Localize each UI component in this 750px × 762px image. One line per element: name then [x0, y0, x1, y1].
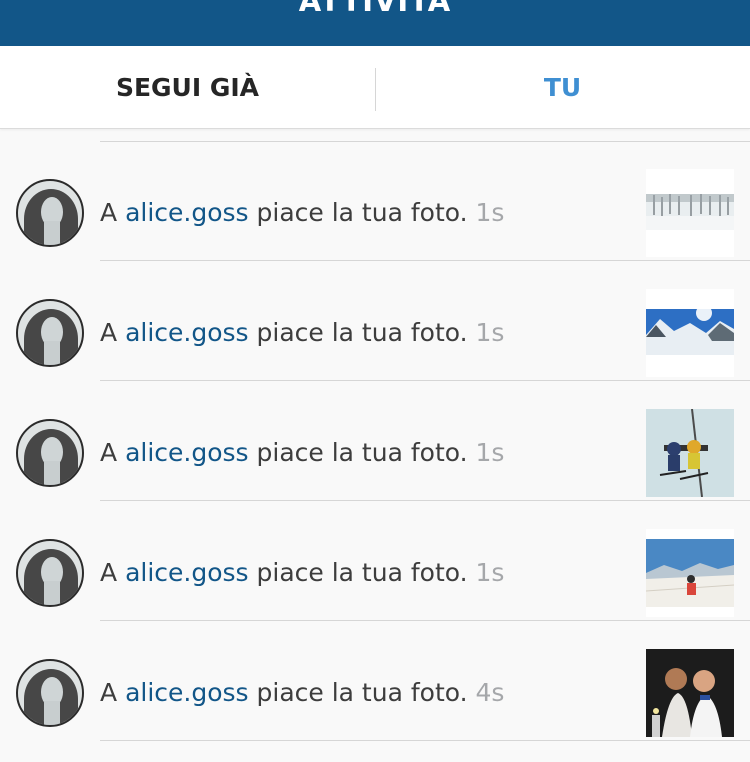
username-link[interactable]: alice.goss: [125, 198, 249, 227]
notification-text: A alice.goss piace la tua foto. 1s: [100, 316, 504, 350]
top-bar: ATTIVITÀ: [0, 0, 750, 46]
notification-item[interactable]: A alice.goss piace la tua foto. 1s: [0, 261, 750, 381]
timestamp: 4s: [475, 678, 505, 707]
tab-following[interactable]: SEGUI GIÀ: [0, 46, 375, 129]
username-link[interactable]: alice.goss: [125, 318, 249, 347]
notification-action: piace la tua foto.: [256, 198, 468, 227]
notification-text: A alice.goss piace la tua foto. 1s: [100, 436, 504, 470]
photo-thumbnail[interactable]: [646, 649, 734, 737]
page-title: ATTIVITÀ: [298, 0, 452, 18]
username-link[interactable]: alice.goss: [125, 438, 249, 467]
notification-item[interactable]: A alice.goss piace la tua foto. 1s: [0, 141, 750, 261]
notification-item[interactable]: A alice.goss piace la tua foto. 1s: [0, 381, 750, 501]
timestamp: 1s: [475, 318, 505, 347]
notification-item[interactable]: A alice.goss piace la tua foto. 1s: [0, 501, 750, 621]
timestamp: 1s: [475, 558, 505, 587]
notification-action: piace la tua foto.: [256, 318, 468, 347]
notification-prefix: A: [100, 438, 118, 467]
tab-you[interactable]: TU: [375, 46, 750, 129]
avatar[interactable]: [16, 299, 84, 367]
notification-prefix: A: [100, 678, 118, 707]
username-link[interactable]: alice.goss: [125, 558, 249, 587]
username-link[interactable]: alice.goss: [125, 678, 249, 707]
notification-text: A alice.goss piace la tua foto. 1s: [100, 556, 504, 590]
notification-prefix: A: [100, 558, 118, 587]
avatar[interactable]: [16, 419, 84, 487]
avatar[interactable]: [16, 179, 84, 247]
photo-thumbnail[interactable]: [646, 529, 734, 617]
notification-action: piace la tua foto.: [256, 438, 468, 467]
timestamp: 1s: [475, 198, 505, 227]
timestamp: 1s: [475, 438, 505, 467]
avatar[interactable]: [16, 659, 84, 727]
photo-thumbnail[interactable]: [646, 409, 734, 497]
divider: [100, 740, 750, 741]
photo-thumbnail[interactable]: [646, 169, 734, 257]
notification-prefix: A: [100, 198, 118, 227]
avatar[interactable]: [16, 539, 84, 607]
notification-action: piace la tua foto.: [256, 558, 468, 587]
notification-item[interactable]: A alice.goss piace la tua foto. 4s: [0, 621, 750, 741]
photo-thumbnail[interactable]: [646, 289, 734, 377]
activity-tabs: SEGUI GIÀ TU: [0, 46, 750, 129]
notification-text: A alice.goss piace la tua foto. 4s: [100, 676, 504, 710]
notification-action: piace la tua foto.: [256, 678, 468, 707]
notification-prefix: A: [100, 318, 118, 347]
notification-text: A alice.goss piace la tua foto. 1s: [100, 196, 504, 230]
